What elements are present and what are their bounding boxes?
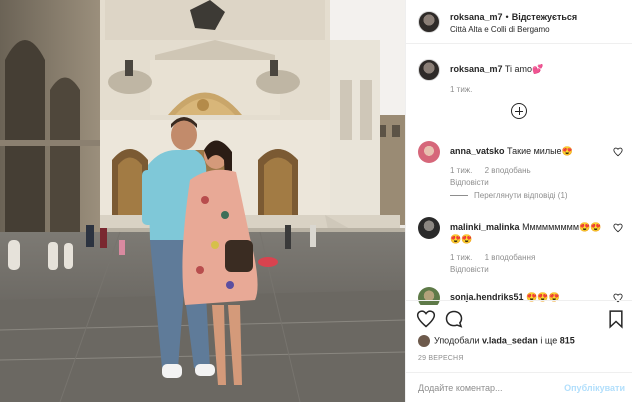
comment-body: Ммммммммм😍😍 [522, 222, 602, 232]
avatar[interactable] [418, 217, 440, 239]
comment-text-continued: 😍😍 [450, 234, 473, 244]
view-replies-button[interactable]: Переглянути відповіді (1) [450, 191, 568, 200]
comment-username[interactable]: malinki_malinka [450, 222, 520, 232]
comment-text: malinki_malinka Ммммммммм😍😍 [450, 221, 615, 233]
comment-body: Такие милые😍 [507, 146, 573, 156]
comment-time[interactable]: 1 тиж. [450, 253, 472, 262]
comment-meta: 1 тиж. 1 вподобання [450, 253, 545, 262]
comment-username[interactable]: anna_vatsko [450, 146, 505, 156]
caption-comment: roksana_m7 Ti amo💕 1 тиж. [418, 59, 623, 99]
comment-body: Ti amo💕 [504, 64, 544, 74]
header-line: roksana_m7 • Відстежується [450, 12, 577, 22]
likes-prefix: Уподобали [434, 335, 480, 346]
post-location[interactable]: Città Alta e Colli di Bergamo [450, 25, 550, 34]
avatar[interactable] [418, 141, 440, 163]
post-date[interactable]: 29 ВЕРЕСНЯ [418, 355, 464, 362]
comment-likes[interactable]: 2 вподобань [485, 166, 531, 175]
comment-meta: 1 тиж. 2 вподобань [450, 166, 541, 175]
photo-illustration [0, 0, 405, 402]
add-comment-bar: Додайте коментар... Опублікувати [406, 372, 632, 402]
likes-count[interactable]: 815 [560, 335, 575, 345]
comment-text: roksana_m7 Ti amo💕 [450, 63, 615, 75]
comment-input[interactable]: Додайте коментар... [418, 383, 503, 393]
list-item: malinki_malinka Ммммммммм😍😍 😍😍 1 тиж. 1 … [418, 217, 623, 277]
avatar[interactable] [418, 59, 440, 81]
avatar[interactable] [418, 11, 440, 33]
comments-list[interactable]: roksana_m7 Ti amo💕 1 тиж. anna_vatsko Та… [406, 45, 632, 305]
reply-button[interactable]: Відповісти [450, 178, 489, 187]
post-photo[interactable] [0, 0, 405, 402]
likes-user[interactable]: v.lada_sedan [482, 335, 538, 345]
instagram-post: roksana_m7 • Відстежується Città Alta e Co… [0, 0, 632, 402]
comment-meta: 1 тиж. [450, 85, 482, 94]
header-separator: • [505, 12, 509, 22]
post-header: roksana_m7 • Відстежується Città Alta e Co… [406, 0, 632, 44]
avatar [418, 335, 430, 347]
post-side-panel: roksana_m7 • Відстежується Città Alta e Co… [405, 0, 632, 402]
publish-button[interactable]: Опублікувати [564, 383, 625, 393]
comment-text: anna_vatsko Такие милые😍 [450, 145, 615, 157]
reply-button[interactable]: Відповісти [450, 265, 489, 274]
list-item: anna_vatsko Такие милые😍 1 тиж. 2 вподоб… [418, 141, 623, 205]
comment-time[interactable]: 1 тиж. [450, 166, 472, 175]
heart-icon[interactable] [613, 147, 623, 157]
follow-status-button[interactable]: Відстежується [512, 12, 577, 22]
comment-likes[interactable]: 1 вподобання [485, 253, 536, 262]
plus-circle-icon[interactable] [511, 103, 527, 119]
likes-suffix: і ще [540, 335, 558, 346]
comment-icon[interactable] [444, 309, 464, 329]
likes-summary[interactable]: Уподобали v.lada_sedan і ще 815 [418, 335, 575, 347]
comment-username[interactable]: roksana_m7 [450, 64, 503, 74]
post-actions: Уподобали v.lada_sedan і ще 815 29 ВЕРЕС… [406, 300, 632, 370]
bookmark-icon[interactable] [606, 309, 626, 329]
comment-time[interactable]: 1 тиж. [450, 85, 472, 94]
heart-icon[interactable] [416, 309, 436, 329]
heart-icon[interactable] [613, 223, 623, 233]
post-username[interactable]: roksana_m7 [450, 12, 503, 22]
